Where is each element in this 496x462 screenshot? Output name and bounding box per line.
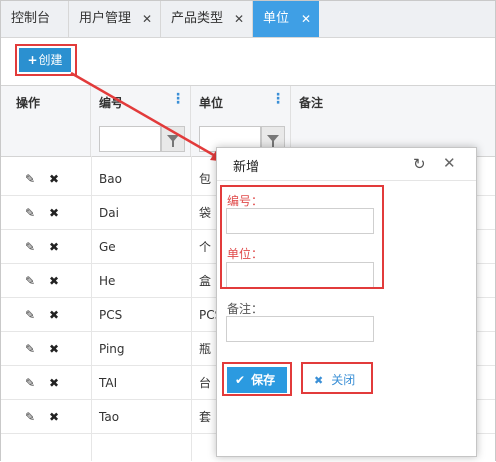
refresh-icon[interactable]: ↻ bbox=[413, 155, 426, 173]
close-icon[interactable]: ✕ bbox=[443, 154, 456, 172]
remark-field-label: 备注： bbox=[227, 302, 264, 316]
new-unit-dialog: 新增 ↻ ✕ 编号： 单位： 备注： ✔ 保存 ✖ 关闭 bbox=[216, 147, 477, 457]
save-button-highlight bbox=[222, 362, 292, 396]
remark-field[interactable] bbox=[226, 316, 374, 342]
dialog-title: 新增 bbox=[233, 160, 260, 175]
required-fields-highlight bbox=[220, 185, 384, 289]
dialog-header-divider bbox=[217, 180, 476, 181]
app-window: 控制台 用户管理 ✕ 产品类型 ✕ 单位 ✕ +创建 操作 编号 ⋮ 单位 ⋮ … bbox=[0, 0, 496, 461]
close-button-highlight bbox=[301, 362, 373, 394]
